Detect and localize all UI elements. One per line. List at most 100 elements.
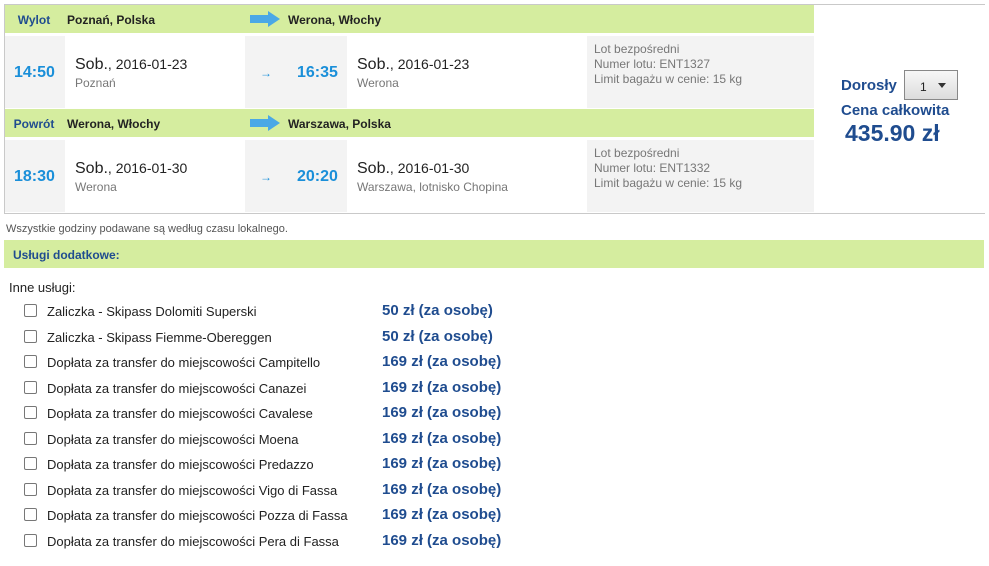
- service-row: Dopłata za transfer do miejscowości Cana…: [0, 377, 600, 399]
- leg-header-outbound: Wylot Poznań, Polska Werona, Włochy: [5, 5, 814, 33]
- leg-from-city: Poznań, Polska: [67, 13, 156, 27]
- service-row: Dopłata za transfer do miejscowości Pozz…: [0, 504, 600, 526]
- services-header-title: Usługi dodatkowe:: [13, 248, 120, 262]
- flight-info-cell: Lot bezpośredni Numer lotu: ENT1327 Limi…: [587, 36, 814, 108]
- flight-number: Numer lotu: ENT1332: [594, 161, 711, 175]
- arrive-date-cell: Sob., 2016-01-23 Werona: [347, 36, 587, 108]
- depart-time-cell: 14:50: [5, 36, 63, 108]
- service-name: Dopłata za transfer do miejscowości Pera…: [47, 533, 339, 549]
- service-row: Dopłata za transfer do miejscowości Pred…: [0, 453, 600, 475]
- total-price: 435.90 zł: [845, 120, 940, 146]
- arrive-day: Sob.: [357, 56, 390, 73]
- flight-type: Lot bezpośredni: [594, 146, 680, 160]
- chevron-down-icon: [938, 83, 946, 88]
- small-arrow-cell: →: [245, 36, 287, 108]
- service-checkbox[interactable]: [24, 508, 37, 521]
- depart-date-value: , 2016-01-30: [107, 160, 188, 176]
- service-price: 50 zł (za osobę): [382, 302, 493, 319]
- price-panel: Dorosły 1 Cena całkowita 435.90 zł: [815, 5, 985, 213]
- service-checkbox[interactable]: [24, 304, 37, 317]
- service-name: Dopłata za transfer do miejscowości Pozz…: [47, 508, 348, 523]
- total-price-label: Cena całkowita: [841, 102, 950, 119]
- flight-number: Numer lotu: ENT1327: [594, 57, 711, 71]
- service-checkbox[interactable]: [24, 329, 37, 343]
- depart-time-cell: 18:30: [5, 140, 63, 212]
- service-name: Dopłata za transfer do miejscowości Camp…: [47, 355, 321, 370]
- leg-to-city: Werona, Włochy: [288, 13, 382, 27]
- service-checkbox[interactable]: [24, 533, 37, 547]
- depart-place: Poznań: [75, 76, 116, 90]
- services-header: Usługi dodatkowe:: [4, 240, 984, 268]
- depart-date-cell: Sob., 2016-01-30 Werona: [65, 140, 245, 212]
- adult-count-value: 1: [920, 80, 927, 94]
- arrive-date-cell: Sob., 2016-01-30 Warszawa, lotnisko Chop…: [347, 140, 587, 212]
- service-name: Zaliczka - Skipass Fiemme-Obereggen: [47, 329, 272, 345]
- service-checkbox[interactable]: [24, 406, 37, 419]
- arrive-place: Warszawa, lotnisko Chopina: [357, 180, 508, 194]
- arrive-date-value: , 2016-01-23: [389, 56, 470, 72]
- depart-date: Sob., 2016-01-30: [75, 160, 187, 178]
- depart-time: 18:30: [14, 168, 55, 185]
- arrive-day: Sob.: [357, 160, 390, 177]
- service-row: Zaliczka - Skipass Dolomiti Superski 50 z…: [0, 300, 600, 322]
- leg-row-outbound: 14:50 Sob., 2016-01-23 Poznań → 16:35 So…: [5, 36, 814, 108]
- service-price: 169 zł (za osobę): [382, 480, 502, 498]
- arrive-time: 16:35: [297, 64, 338, 81]
- service-checkbox[interactable]: [24, 431, 37, 445]
- arrive-time-cell: 20:20: [287, 140, 347, 212]
- timezone-note: Wszystkie godziny podawane są według cza…: [6, 223, 288, 235]
- baggage-limit: Limit bagażu w cenie: 15 kg: [594, 72, 743, 86]
- baggage-limit: Limit bagażu w cenie: 15 kg: [594, 176, 743, 190]
- flight-info: Lot bezpośredni Numer lotu: ENT1327 Limi…: [594, 42, 742, 87]
- service-checkbox[interactable]: [24, 482, 37, 496]
- adult-count-select[interactable]: 1: [904, 70, 958, 100]
- other-services-label: Inne usługi:: [9, 280, 76, 295]
- service-checkbox[interactable]: [24, 380, 37, 394]
- service-price: 169 zł (za osobę): [382, 455, 502, 472]
- flight-info-cell: Lot bezpośredni Numer lotu: ENT1332 Limi…: [587, 140, 814, 212]
- service-price: 169 zł (za osobę): [382, 378, 502, 396]
- arrow-right-icon: [250, 115, 280, 131]
- arrive-time: 20:20: [297, 168, 338, 185]
- service-row: Dopłata za transfer do miejscowości Pera…: [0, 530, 600, 552]
- service-price: 169 zł (za osobę): [382, 353, 502, 370]
- service-row: Dopłata za transfer do miejscowości Cava…: [0, 402, 600, 424]
- depart-date-cell: Sob., 2016-01-23 Poznań: [65, 36, 245, 108]
- arrive-date-value: , 2016-01-30: [389, 160, 470, 176]
- service-checkbox[interactable]: [24, 355, 37, 368]
- arrive-date: Sob., 2016-01-23: [357, 56, 469, 74]
- depart-date-value: , 2016-01-23: [107, 56, 188, 72]
- flight-info: Lot bezpośredni Numer lotu: ENT1332 Limi…: [594, 146, 742, 191]
- small-arrow-cell: →: [245, 140, 287, 212]
- flight-type: Lot bezpośredni: [594, 42, 680, 56]
- leg-header-return: Powrót Werona, Włochy Warszawa, Polska: [5, 109, 814, 137]
- arrive-place: Werona: [357, 76, 399, 90]
- depart-time: 14:50: [14, 64, 55, 81]
- service-row: Zaliczka - Skipass Fiemme-Obereggen 50 zł…: [0, 326, 600, 348]
- flight-summary: Wylot Poznań, Polska Werona, Włochy 14:5…: [4, 4, 985, 214]
- arrive-date: Sob., 2016-01-30: [357, 160, 469, 178]
- adult-label: Dorosły: [841, 77, 897, 94]
- arrive-time-cell: 16:35: [287, 36, 347, 108]
- service-name: Dopłata za transfer do miejscowości Vigo…: [47, 482, 338, 498]
- leg-direction: Wylot: [17, 13, 51, 27]
- service-row: Dopłata za transfer do miejscowości Vigo…: [0, 479, 600, 501]
- arrow-right-icon: [250, 11, 280, 27]
- service-name: Dopłata za transfer do miejscowości Moen…: [47, 431, 299, 447]
- service-row: Dopłata za transfer do miejscowości Camp…: [0, 351, 600, 373]
- leg-row-return: 18:30 Sob., 2016-01-30 Werona → 20:20 So…: [5, 140, 814, 212]
- service-name: Dopłata za transfer do miejscowości Pred…: [47, 457, 314, 472]
- service-price: 169 zł (za osobę): [382, 429, 502, 447]
- service-checkbox[interactable]: [24, 457, 37, 470]
- depart-day: Sob.: [75, 56, 108, 73]
- small-arrow-icon: →: [260, 170, 272, 184]
- service-name: Dopłata za transfer do miejscowości Cana…: [47, 380, 307, 396]
- leg-to-city: Warszawa, Polska: [288, 117, 391, 131]
- depart-day: Sob.: [75, 160, 108, 177]
- service-price: 50 zł (za osobę): [382, 327, 493, 345]
- service-price: 169 zł (za osobę): [382, 404, 502, 421]
- service-row: Dopłata za transfer do miejscowości Moen…: [0, 428, 600, 450]
- depart-place: Werona: [75, 180, 117, 194]
- leg-from-city: Werona, Włochy: [67, 117, 161, 131]
- service-price: 169 zł (za osobę): [382, 531, 502, 549]
